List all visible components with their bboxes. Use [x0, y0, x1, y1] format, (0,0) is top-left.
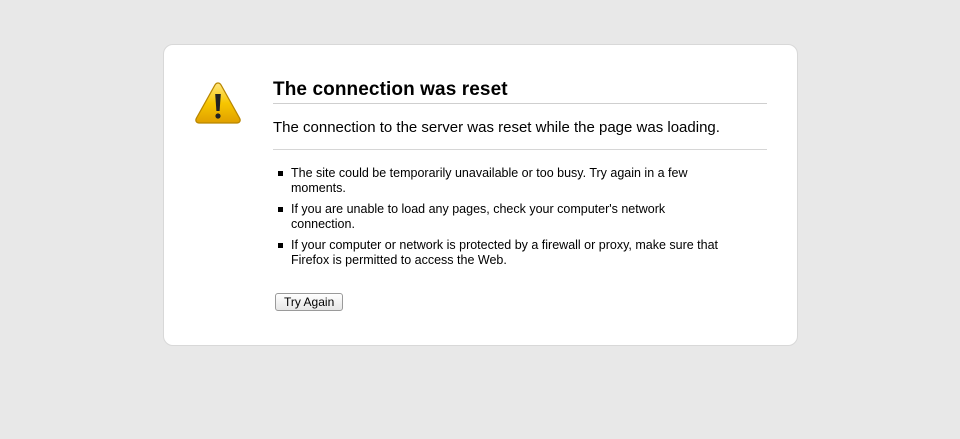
suggestion-text: The site could be temporarily unavailabl… [291, 166, 688, 195]
suggestion-item: If your computer or network is protected… [277, 238, 731, 268]
bullet-icon [278, 243, 283, 248]
try-again-button[interactable]: Try Again [275, 293, 344, 311]
bullet-icon [278, 207, 283, 212]
bullet-icon [278, 171, 283, 176]
error-title: The connection was reset [273, 79, 767, 104]
suggestion-text: If you are unable to load any pages, che… [291, 202, 666, 231]
suggestion-item: If you are unable to load any pages, che… [277, 202, 731, 232]
warning-icon [194, 81, 242, 125]
error-suggestion-list: The site could be temporarily unavailabl… [273, 166, 767, 268]
error-page-container: The connection was reset The connection … [163, 44, 798, 346]
error-short-description: The connection to the server was reset w… [273, 118, 767, 150]
suggestion-text: If your computer or network is protected… [291, 238, 719, 267]
error-content: The connection was reset The connection … [273, 79, 767, 311]
suggestion-item: The site could be temporarily unavailabl… [277, 166, 731, 196]
